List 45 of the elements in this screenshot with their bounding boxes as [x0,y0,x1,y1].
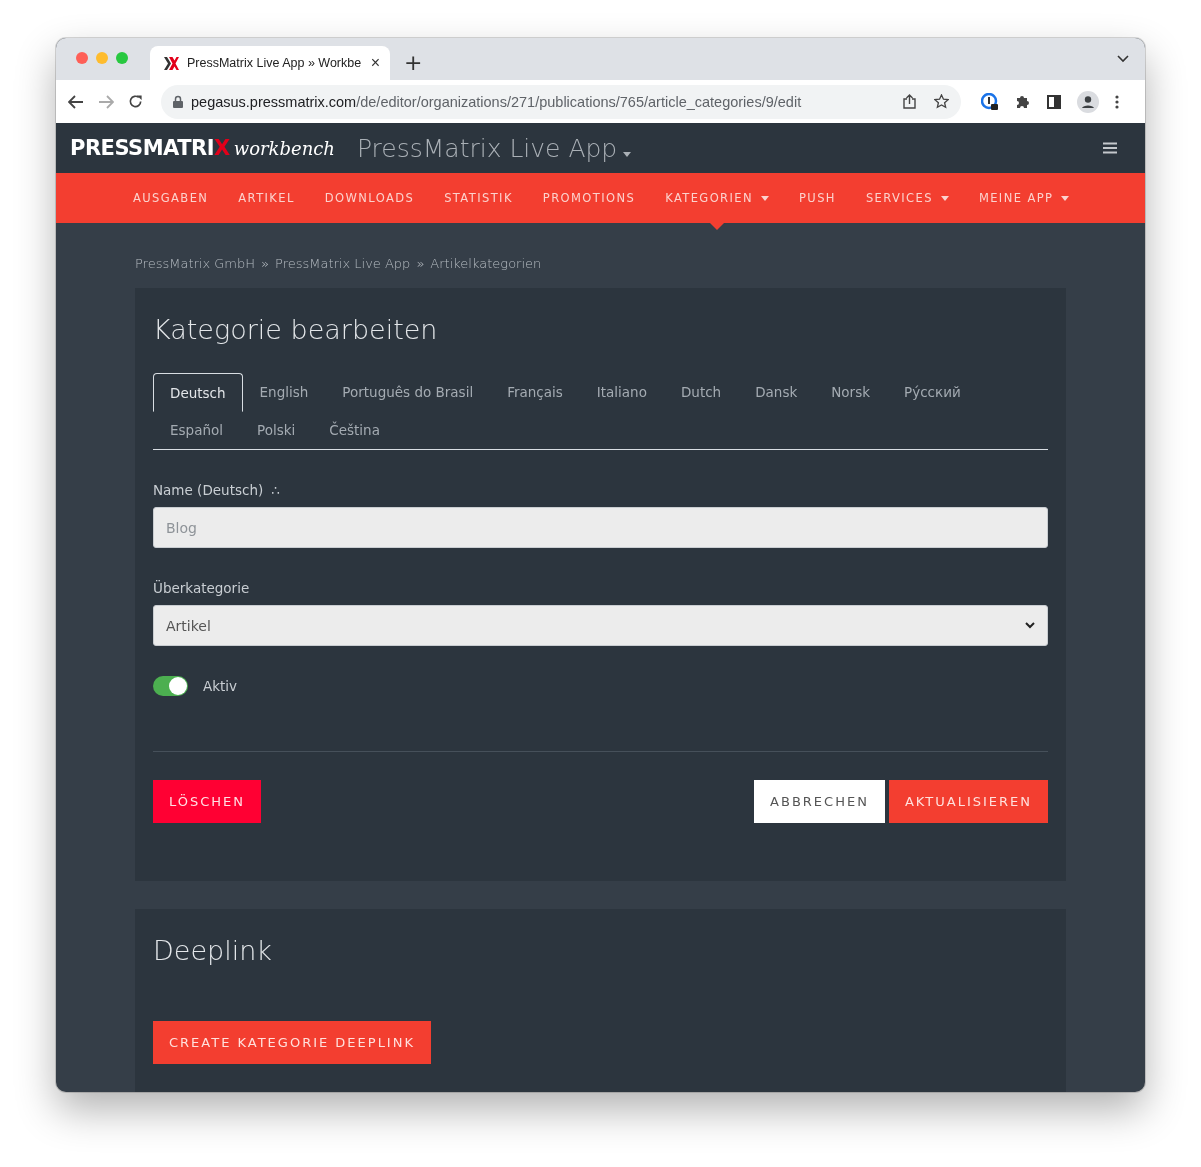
browser-tab[interactable]: PressMatrix Live App » Workbe × [150,46,390,80]
nav-item[interactable]: PUSH [784,173,851,223]
language-tab[interactable]: Deutsch [153,373,243,412]
parent-category-select[interactable]: Artikel [153,605,1048,646]
nav-item[interactable]: AUSGABEN [118,173,224,223]
language-tab[interactable]: Polski [240,411,313,449]
tab-title: PressMatrix Live App » Workbe [187,56,363,70]
close-tab-button[interactable]: × [370,55,380,71]
logo[interactable]: PRESSMATRIX [70,136,230,160]
language-tab[interactable]: Čeština [312,411,397,449]
language-tab[interactable]: Norsk [814,373,887,411]
breadcrumb-link[interactable]: PressMatrix Live App [275,256,411,271]
toggle-label: Aktiv [203,678,238,694]
language-tab[interactable]: Português do Brasil [325,373,491,411]
required-mark: ∴ [271,482,280,498]
field-label: Name (Deutsch) [153,482,264,498]
nav-item[interactable]: ARTIKEL [223,173,310,223]
nav-item[interactable]: DOWNLOADS [309,173,430,223]
new-tab-button[interactable]: + [404,52,423,74]
breadcrumb-link[interactable]: PressMatrix GmbH [135,256,256,271]
field-label: Überkategorie [153,580,250,596]
app-switcher[interactable]: PressMatrix Live App [356,133,632,163]
language-tab[interactable]: Français [490,373,580,411]
breadcrumb-link[interactable]: Artikelkategorien [430,256,542,271]
language-tab[interactable]: English [242,373,326,411]
language-tab[interactable]: Dansk [738,373,815,411]
logo-tagline: workbench [233,137,335,159]
language-tab[interactable]: Dutch [663,373,739,411]
update-button[interactable]: AKTUALISIEREN [888,780,1048,823]
address-bar[interactable]: pegasus.pressmatrix.com/de/editor/organizations/271/publications/765/article_categories/9/edit [161,84,961,119]
breadcrumb-separator: » [416,256,425,271]
language-tab[interactable]: Italiano [579,373,664,411]
create-deeplink-button[interactable]: CREATE KATEGORIE DEEPLINK [153,1021,431,1064]
breadcrumb-separator: » [261,256,269,271]
language-tab[interactable]: Ру́сский [887,373,978,411]
name-input-field[interactable]: Blog [153,507,1048,548]
card-title: Deeplink [153,935,273,966]
cancel-button[interactable]: ABBRECHEN [754,780,885,823]
nav-item[interactable]: MEINE APP [963,173,1085,223]
language-tab[interactable]: Español [153,411,240,449]
nav-item[interactable]: STATISTIK [429,173,528,223]
card-title: Kategorie bearbeiten [153,314,439,345]
delete-button[interactable]: LÖSCHEN [153,780,262,823]
nav-item[interactable]: SERVICES [850,173,964,223]
nav-item[interactable]: PROMOTIONS [527,173,651,223]
